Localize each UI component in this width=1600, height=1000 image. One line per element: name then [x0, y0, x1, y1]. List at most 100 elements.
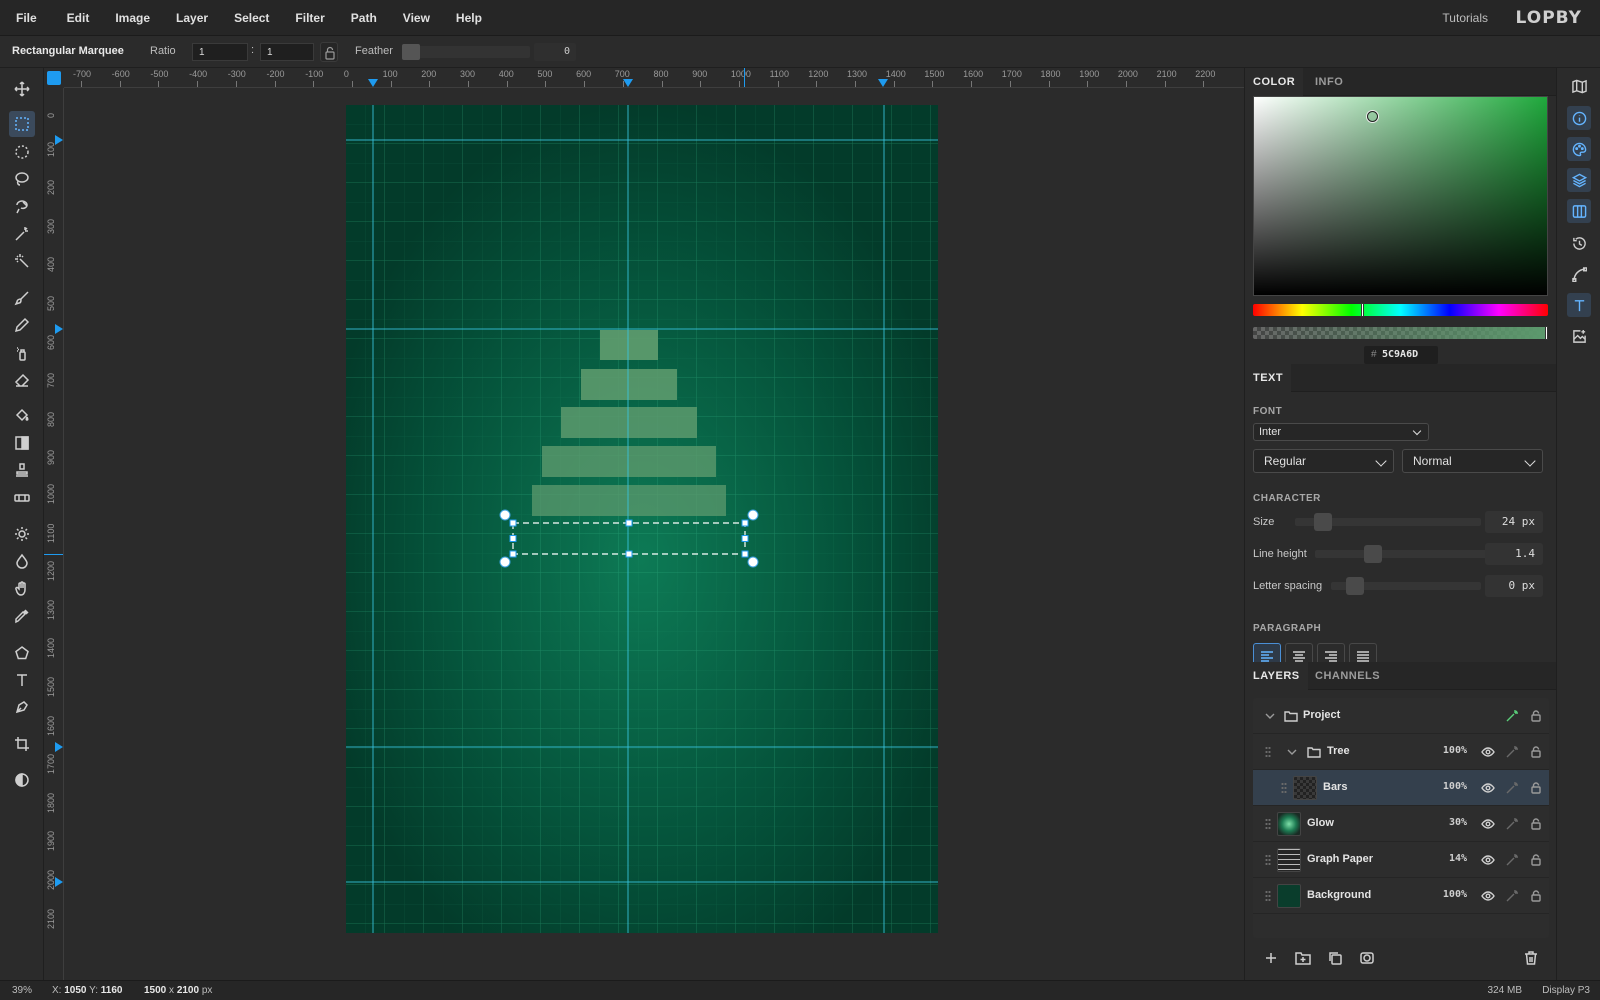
alpha-slider-thumb[interactable]: [1545, 326, 1548, 340]
resize-handle[interactable]: [509, 535, 517, 542]
menu-help[interactable]: Help: [434, 11, 482, 25]
tutorials-link[interactable]: Tutorials: [1442, 11, 1488, 25]
guide-marker[interactable]: [55, 324, 63, 334]
tree-bar[interactable]: [581, 369, 677, 400]
resize-handle[interactable]: [509, 550, 517, 558]
lock-icon[interactable]: [1529, 853, 1543, 867]
lock-icon[interactable]: [1529, 781, 1543, 795]
resize-handle[interactable]: [625, 519, 633, 527]
blur-tool[interactable]: [9, 548, 35, 574]
hue-slider-thumb[interactable]: [1361, 303, 1365, 317]
rotate-handle[interactable]: [747, 509, 759, 521]
guide-marker[interactable]: [55, 742, 63, 752]
tab-channels[interactable]: CHANNELS: [1307, 662, 1388, 690]
menu-image[interactable]: Image: [93, 11, 150, 25]
color-panel-button[interactable]: [1567, 137, 1591, 161]
eye-icon[interactable]: [1481, 817, 1495, 831]
tree-bar[interactable]: [542, 446, 716, 477]
magnetic-lasso-tool[interactable]: [9, 194, 35, 220]
size-slider-thumb[interactable]: [1313, 513, 1332, 531]
contrast-tool[interactable]: [9, 767, 35, 793]
magic-wand-tool[interactable]: [9, 221, 35, 247]
guide-marker[interactable]: [623, 79, 633, 87]
zoom-level[interactable]: 39%: [12, 985, 32, 996]
lock-icon[interactable]: [1529, 709, 1543, 723]
tree-bar[interactable]: [600, 330, 658, 360]
drag-handle-icon[interactable]: [1265, 890, 1271, 902]
channels-panel-button[interactable]: [1567, 199, 1591, 223]
layer-opacity[interactable]: 30%: [1449, 817, 1467, 828]
ruler-corner[interactable]: [44, 68, 64, 88]
menu-file[interactable]: File: [0, 11, 37, 25]
layer-row-glow[interactable]: Glow 30%: [1253, 806, 1549, 842]
guide-marker[interactable]: [878, 79, 888, 87]
duplicate-layer-button[interactable]: [1327, 950, 1347, 970]
rotate-handle[interactable]: [499, 556, 511, 568]
patch-tool[interactable]: [9, 485, 35, 511]
alpha-slider[interactable]: [1253, 326, 1548, 340]
layer-row-project[interactable]: Project: [1253, 698, 1549, 734]
menu-edit[interactable]: Edit: [41, 11, 90, 25]
layer-row-bars[interactable]: Bars 100%: [1253, 770, 1549, 806]
new-layer-button[interactable]: [1263, 950, 1283, 970]
layer-opacity[interactable]: 14%: [1449, 853, 1467, 864]
info-panel-button[interactable]: [1567, 106, 1591, 130]
hue-slider[interactable]: [1253, 303, 1548, 317]
eye-icon[interactable]: [1481, 781, 1495, 795]
canvas-workspace[interactable]: [64, 88, 1244, 980]
chevron-down-icon[interactable]: [1263, 709, 1277, 723]
vertical-ruler[interactable]: 0 100 200 300 400 500 600 700 800 900 1000 1100 1200…: [44, 88, 64, 980]
text-panel-button[interactable]: [1567, 293, 1591, 317]
tree-bar[interactable]: [561, 407, 697, 438]
line-height-slider-thumb[interactable]: [1364, 545, 1383, 563]
font-variant-select[interactable]: Normal: [1402, 449, 1543, 473]
resize-handle[interactable]: [509, 519, 517, 527]
image-panel-button[interactable]: [1567, 324, 1591, 348]
eye-icon[interactable]: [1481, 853, 1495, 867]
eye-icon[interactable]: [1481, 745, 1495, 759]
lock-icon[interactable]: [1529, 817, 1543, 831]
hex-value[interactable]: 5C9A6D: [1382, 346, 1418, 364]
ratio-width-input[interactable]: [192, 43, 248, 61]
rotate-handle[interactable]: [499, 509, 511, 521]
layer-opacity[interactable]: 100%: [1443, 781, 1467, 792]
layer-opacity[interactable]: 100%: [1443, 889, 1467, 900]
ratio-lock-button[interactable]: [320, 42, 338, 62]
layer-row-graph-paper[interactable]: Graph Paper 14%: [1253, 842, 1549, 878]
lock-icon[interactable]: [1529, 889, 1543, 903]
size-value[interactable]: 24 px: [1485, 511, 1543, 533]
eraser-tool[interactable]: [9, 367, 35, 393]
dodge-tool[interactable]: [9, 521, 35, 547]
lasso-tool[interactable]: [9, 166, 35, 192]
layers-panel-button[interactable]: [1567, 168, 1591, 192]
crop-tool[interactable]: [9, 731, 35, 757]
color-picker-cursor[interactable]: [1367, 111, 1378, 122]
menu-path[interactable]: Path: [329, 11, 377, 25]
pencil-tool[interactable]: [9, 312, 35, 338]
feather-value[interactable]: 0: [534, 43, 576, 61]
lock-icon[interactable]: [1529, 745, 1543, 759]
layer-row-background[interactable]: Background 100%: [1253, 878, 1549, 914]
saturation-value-picker[interactable]: [1253, 96, 1548, 296]
guide-marker[interactable]: [55, 877, 63, 887]
menu-filter[interactable]: Filter: [273, 11, 324, 25]
line-height-slider[interactable]: [1315, 550, 1497, 558]
effects-icon[interactable]: [1505, 853, 1519, 867]
shape-tool[interactable]: [9, 640, 35, 666]
mask-button[interactable]: [1359, 950, 1379, 970]
menu-view[interactable]: View: [381, 11, 430, 25]
effects-icon[interactable]: [1505, 889, 1519, 903]
drag-handle-icon[interactable]: [1281, 782, 1287, 794]
eyedropper-tool[interactable]: [9, 603, 35, 629]
effects-active-icon[interactable]: [1505, 709, 1519, 723]
feather-slider-thumb[interactable]: [402, 44, 420, 60]
ratio-height-input[interactable]: [260, 43, 314, 61]
history-panel-button[interactable]: [1567, 231, 1591, 255]
drag-handle-icon[interactable]: [1265, 854, 1271, 866]
menu-layer[interactable]: Layer: [154, 11, 208, 25]
delete-layer-button[interactable]: [1523, 950, 1543, 970]
chevron-down-icon[interactable]: [1285, 745, 1299, 759]
new-group-button[interactable]: [1295, 950, 1315, 970]
horizontal-ruler[interactable]: -700 -600 -500 -400 -300 -200 -100 0 100 200 300 40…: [64, 68, 1244, 88]
spray-tool[interactable]: [9, 340, 35, 366]
